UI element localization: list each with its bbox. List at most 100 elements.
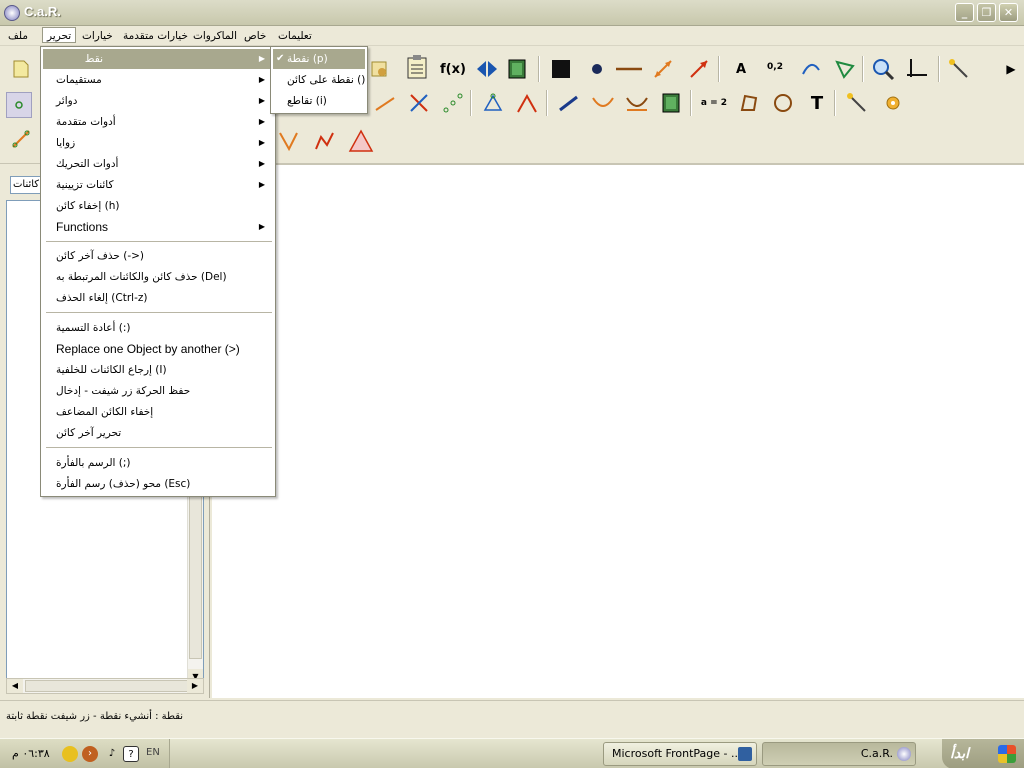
language-indicator[interactable]: EN bbox=[146, 747, 160, 758]
toolbar-separator bbox=[862, 56, 864, 82]
menu-file[interactable]: ملف bbox=[4, 28, 32, 44]
menu-special[interactable]: خاص bbox=[240, 28, 270, 44]
submenu-item-intersection[interactable]: تقاطع (i) bbox=[273, 91, 365, 111]
locus-tool-icon[interactable] bbox=[312, 128, 338, 154]
menu-item-delete-with-children[interactable]: حذف كائن والكائنات المرتبطة به (Del) bbox=[43, 267, 273, 287]
menu-item-replace-object[interactable]: Replace one Object by another (>) bbox=[43, 339, 273, 359]
status-bar: نقطة : أنشيء نقطة - زر شيفت نقطة ثابتة bbox=[0, 700, 1024, 736]
menu-item-rename[interactable]: أعادة التسمية (:) bbox=[43, 318, 273, 338]
vector-tool-icon[interactable] bbox=[650, 56, 676, 82]
app-icon[interactable] bbox=[4, 5, 20, 21]
menu-item-lines[interactable]: مستقيمات ▶ bbox=[43, 70, 273, 90]
menu-item-save-animation[interactable]: حفظ الحركة زر شيفت - إدخال bbox=[43, 381, 273, 401]
taskbar: ٠٦:٣٨ م › ♪ ? EN Microsoft FrontPage - .… bbox=[0, 738, 1024, 768]
minimize-button[interactable]: _ bbox=[955, 3, 974, 22]
parallel-tool-icon[interactable] bbox=[372, 90, 398, 116]
scroll-thumb[interactable] bbox=[189, 491, 202, 659]
menu-macros[interactable]: الماكروات bbox=[189, 28, 241, 44]
scroll-right-arrow[interactable]: ▶ bbox=[187, 679, 203, 693]
maximize-button[interactable]: ❐ bbox=[977, 3, 996, 22]
menu-item-points[interactable]: نقط ▶ bbox=[43, 49, 273, 69]
menu-item-functions[interactable]: Functions ▶ bbox=[43, 217, 273, 237]
macro-wand-icon[interactable] bbox=[844, 90, 870, 116]
menu-item-decorative-objects[interactable]: كائنات تزيينية ▶ bbox=[43, 175, 273, 195]
polygon-points-icon[interactable] bbox=[480, 90, 506, 116]
menu-item-angles[interactable]: زوايا ▶ bbox=[43, 133, 273, 153]
system-tray: ٠٦:٣٨ م › ♪ ? EN bbox=[0, 739, 170, 768]
menu-item-circles[interactable]: دوائر ▶ bbox=[43, 91, 273, 111]
menu-item-delete-last[interactable]: حذف آخر كائن (->) bbox=[43, 246, 273, 266]
scroll-left-arrow[interactable]: ◀ bbox=[7, 679, 23, 693]
ray-tool-icon[interactable] bbox=[686, 56, 712, 82]
angle-tool-icon[interactable] bbox=[832, 56, 858, 82]
text-tool-icon[interactable]: T bbox=[804, 90, 830, 116]
quadrilateral-tool-icon[interactable] bbox=[736, 90, 762, 116]
start-button[interactable]: ابدأ bbox=[942, 739, 1024, 768]
number-tool-icon[interactable]: 0,2 bbox=[762, 54, 788, 80]
point-tool-icon[interactable] bbox=[6, 92, 32, 118]
globe-icon[interactable] bbox=[62, 746, 78, 762]
trace-tool-icon[interactable] bbox=[624, 90, 650, 116]
submenu-arrow-icon: ▶ bbox=[258, 54, 265, 63]
clipboard-icon[interactable] bbox=[404, 54, 430, 80]
car-app-icon bbox=[897, 747, 911, 761]
reflect-tool-icon[interactable] bbox=[474, 56, 500, 82]
close-button[interactable]: ✕ bbox=[999, 3, 1018, 22]
scroll-thumb[interactable] bbox=[25, 680, 195, 692]
filled-square-icon[interactable] bbox=[548, 56, 574, 82]
midpoint-tool-icon[interactable] bbox=[440, 90, 466, 116]
objects-horizontal-scrollbar[interactable]: ◀ ▶ bbox=[6, 678, 204, 694]
label-tool-icon[interactable]: A bbox=[728, 56, 754, 82]
menu-item-advanced-tools[interactable]: أدوات متقدمة ▶ bbox=[43, 112, 273, 132]
bisector-tool-icon[interactable] bbox=[514, 90, 540, 116]
drawing-canvas[interactable] bbox=[212, 164, 1024, 698]
submenu-item-point-on-object[interactable]: نقطة على كائن () bbox=[273, 70, 365, 90]
triangle-tool-icon[interactable] bbox=[348, 128, 374, 154]
menu-item-hide-object[interactable]: إخفاء كائن (h) bbox=[43, 196, 273, 216]
taskbar-frontpage[interactable]: Microsoft FrontPage - ... bbox=[603, 742, 757, 766]
toolbar-separator bbox=[718, 56, 720, 82]
menu-separator bbox=[46, 241, 272, 243]
wand-tool-icon[interactable] bbox=[946, 56, 972, 82]
menu-item-mouse-draw[interactable]: الرسم بالفأرة (;) bbox=[43, 453, 273, 473]
title-bar: C.a.R. _ ❐ ✕ bbox=[0, 0, 1024, 26]
axes-tool-icon[interactable] bbox=[904, 56, 930, 82]
menu-options[interactable]: خيارات bbox=[78, 28, 117, 44]
settings-file-icon[interactable] bbox=[366, 56, 392, 82]
submenu-arrow-icon: ▶ bbox=[258, 180, 265, 189]
new-file-icon[interactable] bbox=[8, 56, 34, 82]
submenu-item-point[interactable]: ✔ نقطة (p) bbox=[273, 49, 365, 69]
menu-item-hide-duplicate[interactable]: إخفاء الكائن المضاعف bbox=[43, 402, 273, 422]
animate-tool-icon[interactable] bbox=[658, 90, 684, 116]
objects-select[interactable]: كائنات bbox=[10, 176, 44, 194]
expression-tool-icon[interactable]: a = 2 bbox=[698, 90, 730, 116]
intersection-tool-icon[interactable] bbox=[276, 128, 302, 154]
menu-item-clear-mouse-draw[interactable]: محو (حذف) رسم الفأرة (Esc) bbox=[43, 474, 273, 494]
perpendicular-tool-icon[interactable] bbox=[406, 90, 432, 116]
line-style-icon[interactable] bbox=[616, 56, 642, 82]
volume-icon[interactable]: ♪ bbox=[104, 746, 120, 762]
animation-tool-icon[interactable] bbox=[505, 56, 531, 82]
gear-icon[interactable] bbox=[880, 90, 906, 116]
zoom-tool-icon[interactable] bbox=[870, 56, 896, 82]
menu-item-edit-last[interactable]: تحرير آخر كائن bbox=[43, 423, 273, 443]
menu-item-undo-delete[interactable]: إلغاء الحذف (Ctrl-z) bbox=[43, 288, 273, 308]
taskbar-car[interactable]: C.a.R. bbox=[762, 742, 916, 766]
menu-advanced-options[interactable]: خيارات متقدمة bbox=[119, 28, 192, 44]
help-icon[interactable]: ? bbox=[123, 746, 139, 762]
media-icon[interactable]: › bbox=[82, 746, 98, 762]
circle-points-icon[interactable] bbox=[770, 90, 796, 116]
menu-help[interactable]: تعليمات bbox=[274, 28, 316, 44]
track-tool-icon[interactable] bbox=[590, 90, 616, 116]
menu-item-move-tools[interactable]: أدوات التحريك ▶ bbox=[43, 154, 273, 174]
dot-style-icon[interactable] bbox=[584, 56, 610, 82]
arc-tool-icon[interactable] bbox=[798, 56, 824, 82]
function-tool-icon[interactable]: f(x) bbox=[440, 56, 466, 82]
segment-tool-icon[interactable] bbox=[8, 126, 34, 152]
menu-item-send-to-back[interactable]: إرجاع الكائنات للخلفية (I) bbox=[43, 360, 273, 380]
clock[interactable]: ٠٦:٣٨ م bbox=[12, 747, 50, 760]
submenu-arrow-icon: ▶ bbox=[258, 138, 265, 147]
move-tool-icon[interactable] bbox=[556, 90, 582, 116]
menu-edit[interactable]: تحرير bbox=[42, 27, 77, 43]
toolbar-more-arrow[interactable]: ▶ bbox=[998, 56, 1024, 82]
